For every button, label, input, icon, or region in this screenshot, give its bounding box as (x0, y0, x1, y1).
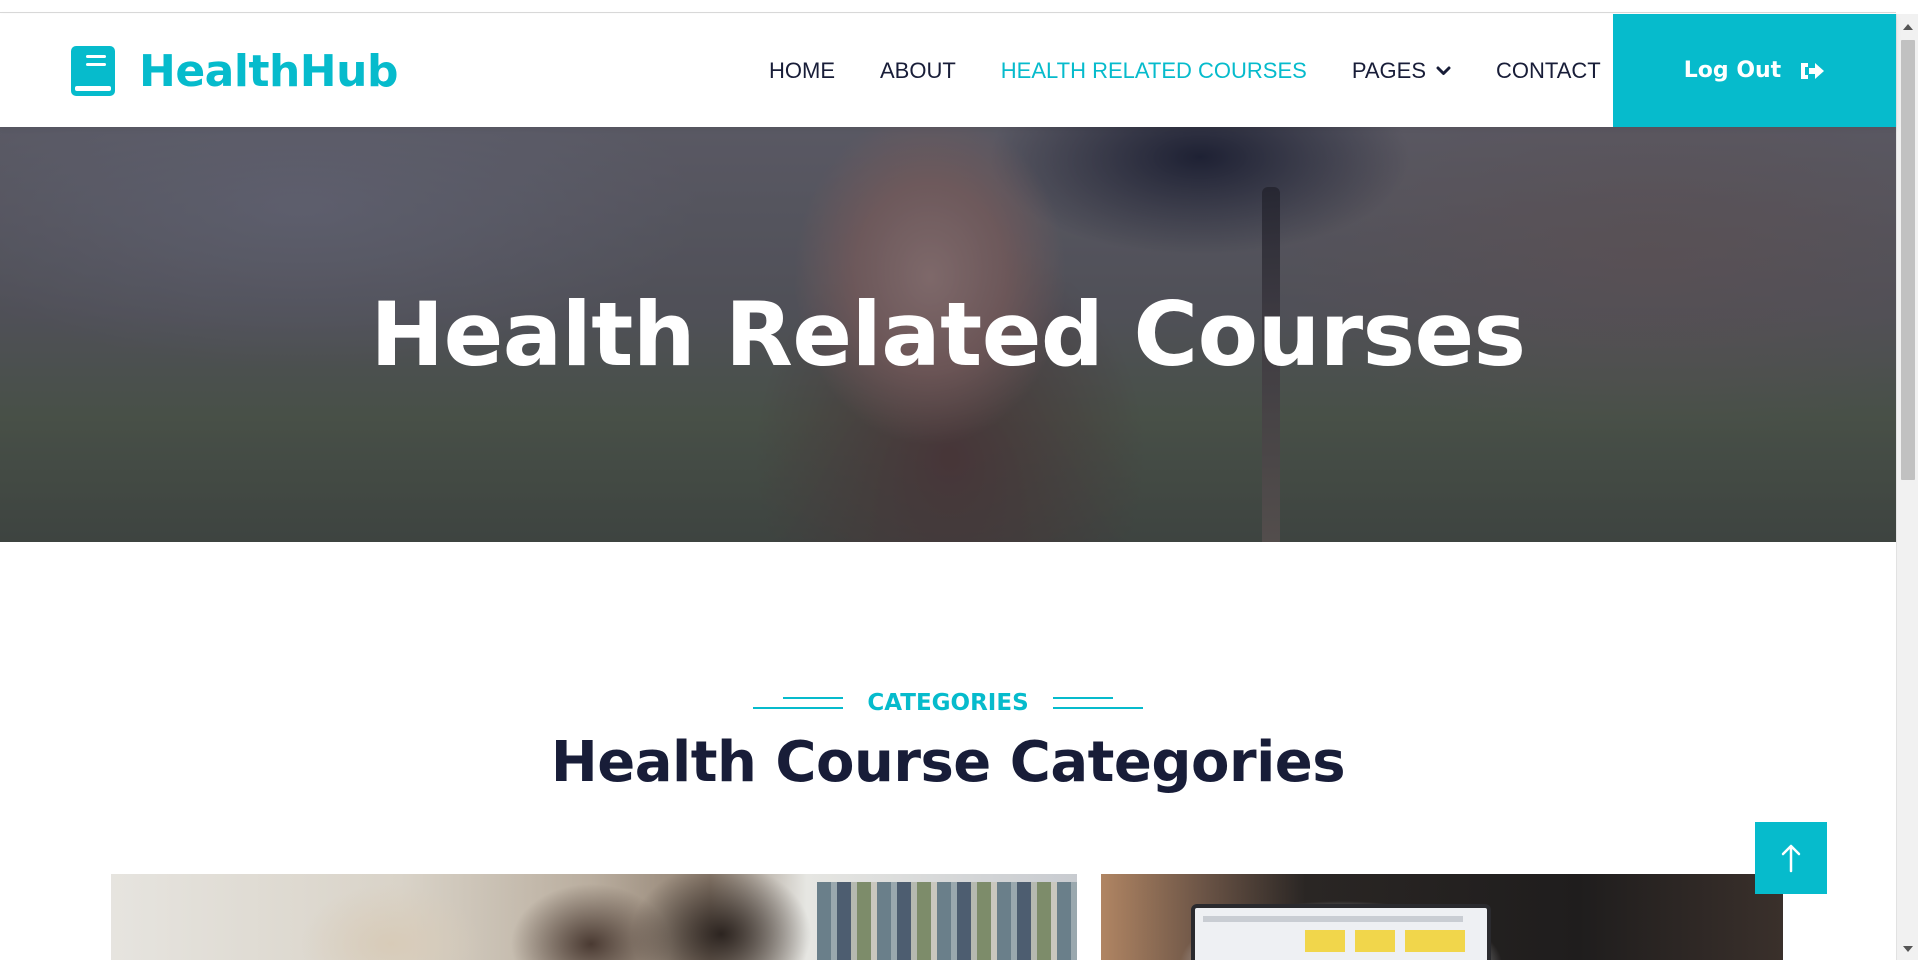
eyebrow-lines-left (753, 695, 844, 711)
section-eyebrow-text: CATEGORIES (867, 690, 1029, 716)
eyebrow-lines-right (1052, 695, 1143, 711)
browser-top-edge (0, 0, 1896, 13)
nav-health-related-courses[interactable]: HEALTH RELATED COURSES (1001, 58, 1307, 84)
navbar: HealthHub HOME ABOUT HEALTH RELATED COUR… (0, 14, 1896, 127)
brand-logo[interactable]: HealthHub (71, 42, 398, 100)
scroll-down-arrow[interactable] (1897, 940, 1918, 958)
nav-about[interactable]: ABOUT (880, 58, 956, 84)
nav-pages[interactable]: PAGES (1352, 58, 1451, 84)
section-title: Health Course Categories (550, 730, 1346, 795)
nav-contact[interactable]: CONTACT (1496, 58, 1601, 84)
back-to-top-button[interactable] (1755, 822, 1827, 894)
page-hero-banner: Health Related Courses (0, 127, 1896, 542)
nav-home[interactable]: HOME (769, 58, 835, 84)
sign-out-icon (1801, 62, 1825, 79)
page-scrollbar[interactable] (1896, 14, 1918, 960)
brand-name: HealthHub (139, 45, 398, 97)
arrow-up-icon (1781, 844, 1801, 873)
chevron-down-icon (1436, 66, 1451, 75)
category-card-image[interactable] (1101, 874, 1783, 960)
section-eyebrow: CATEGORIES (0, 688, 1896, 718)
category-card-image[interactable] (111, 874, 1077, 960)
page-title: Health Related Courses (370, 283, 1526, 386)
nav-pages-label: PAGES (1351, 57, 1427, 83)
laptop-screen-image (1191, 904, 1491, 960)
main-nav: HOME ABOUT HEALTH RELATED COURSES PAGES … (769, 14, 1601, 127)
log-out-button[interactable]: Log Out (1613, 14, 1896, 127)
log-out-label: Log Out (1683, 58, 1782, 83)
scroll-up-arrow[interactable] (1897, 18, 1918, 36)
scroll-thumb[interactable] (1901, 40, 1915, 480)
book-icon (71, 46, 115, 96)
bookshelf-image (817, 882, 1077, 960)
